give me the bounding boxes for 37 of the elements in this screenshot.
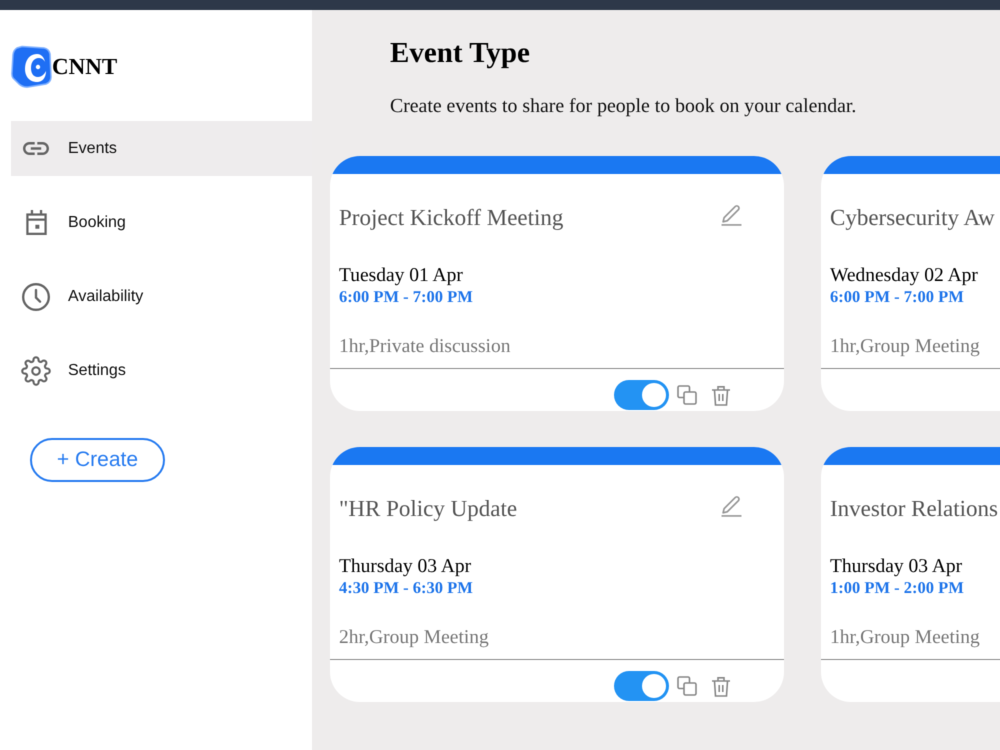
- event-title: "HR Policy Update: [339, 495, 518, 523]
- event-details: 1hr,Group Meeting: [829, 627, 980, 649]
- pencil-icon[interactable]: [721, 204, 742, 226]
- trash-icon[interactable]: [711, 384, 731, 406]
- toggle-switch[interactable]: [614, 671, 669, 701]
- event-title: Investor Relations: [830, 495, 998, 523]
- logo-text: CNNT: [52, 54, 118, 80]
- gear-icon: [21, 356, 51, 386]
- event-details: 1hr,Private discussion: [338, 336, 510, 358]
- event-date: Tuesday 01 Apr: [338, 265, 463, 287]
- sidebar-item[interactable]: Availability: [11, 269, 312, 324]
- event-details: 1hr,Group Meeting: [829, 336, 980, 358]
- logo-icon: [11, 45, 52, 88]
- calendar-icon: [26, 210, 46, 235]
- event-details: 2hr,Group Meeting: [338, 627, 489, 649]
- page-subtitle: Create events to share for people to book on your calendar.: [390, 95, 856, 117]
- clock-icon: [22, 282, 50, 310]
- event-time: 6:00 PM - 7:00 PM: [829, 287, 964, 307]
- event-date: Thursday 03 Apr: [338, 556, 472, 578]
- link-icon: [23, 142, 49, 155]
- trash-icon[interactable]: [711, 676, 731, 696]
- event-date: Wednesday 02 Apr: [829, 265, 978, 287]
- event-time: 1:00 PM - 2:00 PM: [829, 578, 964, 598]
- event-time: 6:00 PM - 7:00 PM: [338, 287, 473, 307]
- event-time: 4:30 PM - 6:30 PM: [338, 578, 473, 598]
- copy-icon[interactable]: [677, 676, 697, 696]
- sidebar-item[interactable]: Booking: [11, 195, 312, 250]
- sidebar-item[interactable]: Events: [11, 121, 312, 176]
- sidebar-item[interactable]: Settings: [11, 343, 312, 398]
- event-title: Cybersecurity Aw: [830, 204, 995, 232]
- event-date: Thursday 03 Apr: [829, 556, 962, 578]
- page-title: Event Type: [390, 36, 530, 70]
- copy-icon[interactable]: [677, 385, 697, 405]
- toggle-switch[interactable]: [614, 380, 669, 410]
- pencil-icon[interactable]: [721, 496, 742, 516]
- event-title: Project Kickoff Meeting: [339, 204, 564, 232]
- create-button[interactable]: + Create: [30, 438, 165, 482]
